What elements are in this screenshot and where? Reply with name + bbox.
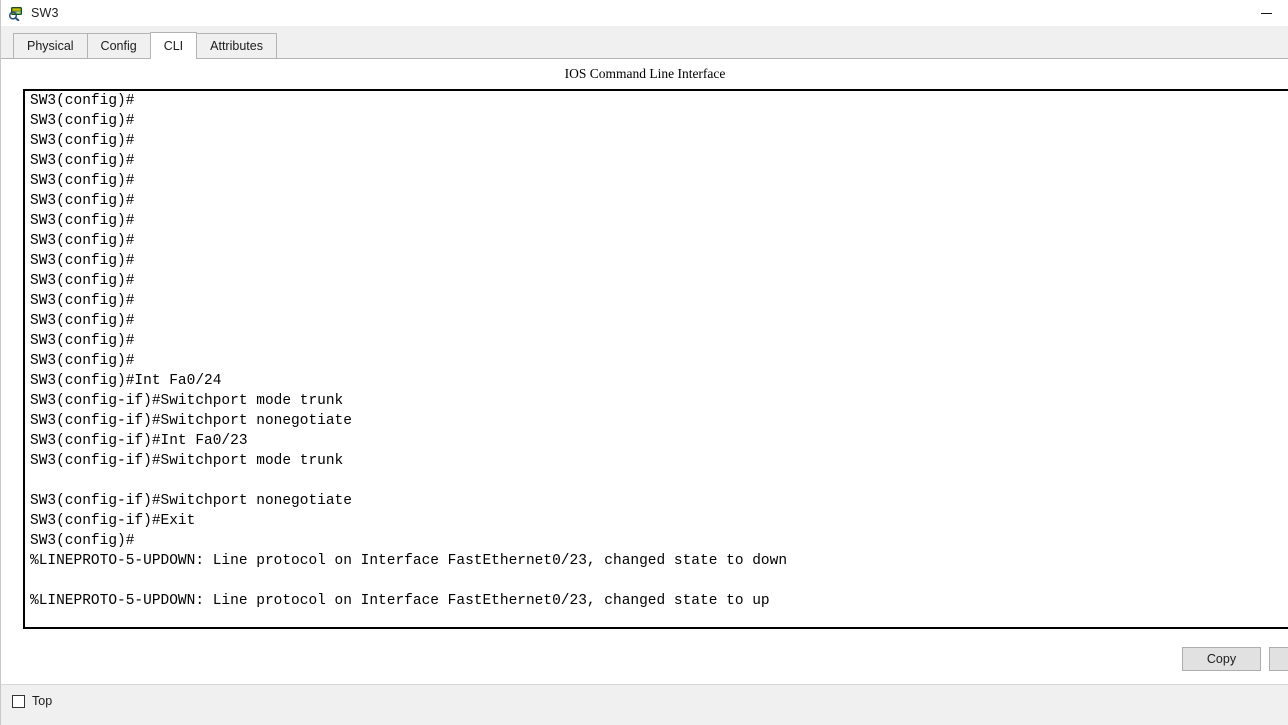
terminal-line: SW3(config)#	[30, 313, 135, 329]
terminal-line: SW3(config-if)#Switchport nonegotiate	[30, 413, 352, 429]
tab-cli[interactable]: CLI	[149, 32, 198, 59]
terminal-line: SW3(config-if)#Switchport mode trunk	[30, 393, 344, 409]
tab-physical[interactable]: Physical	[13, 33, 88, 58]
terminal-line: SW3(config)#	[30, 193, 135, 209]
top-checkbox-row[interactable]: Top	[12, 695, 52, 708]
terminal-line: %LINEPROTO-5-UPDOWN: Line protocol on In…	[30, 593, 770, 609]
panel-title: IOS Command Line Interface	[564, 66, 726, 81]
terminal-line: SW3(config-if)#Switchport nonegotiate	[30, 493, 352, 509]
terminal-line: SW3(config)#	[30, 293, 135, 309]
terminal-line: SW3(config)#	[30, 153, 135, 169]
terminal-lines-container: SW3(config)# SW3(config)# SW3(config)# SW3(…	[30, 91, 1288, 627]
terminal-line: SW3(config-if)#Exit	[30, 513, 196, 529]
terminal-line: SW3(config)#Int Fa0/24	[30, 373, 222, 389]
terminal-line: SW3(config)#	[30, 213, 135, 229]
title-bar: SW3	[1, 0, 1288, 26]
minimize-button[interactable]	[1243, 0, 1288, 26]
minimize-icon	[1260, 12, 1272, 14]
tab-config[interactable]: Config	[86, 33, 151, 58]
copy-button[interactable]: Copy	[1182, 647, 1261, 671]
terminal-line: SW3(config)#	[30, 333, 135, 349]
tab-strip: Physical Config CLI Attributes	[1, 26, 1288, 59]
terminal-line: SW3(config)#	[30, 93, 135, 109]
window-controls	[1243, 0, 1288, 26]
top-checkbox-label: Top	[32, 694, 53, 708]
tab-list: Physical Config CLI Attributes	[13, 32, 277, 59]
terminal-line: SW3(config-if)#Switchport mode trunk	[30, 453, 344, 469]
paste-button[interactable]	[1269, 647, 1288, 671]
terminal-line: SW3(config)#	[30, 353, 135, 369]
cli-window: SW3 Physical Config CLI Attributes IOS C…	[0, 0, 1288, 725]
footer-bar: Top	[1, 684, 1288, 725]
switch-magnifier-icon	[8, 5, 24, 22]
terminal-line: SW3(config)#	[30, 253, 135, 269]
terminal-output[interactable]: SW3(config)# SW3(config)# SW3(config)# SW3(…	[23, 89, 1288, 629]
terminal-button-row: Copy	[1, 639, 1288, 679]
cli-panel: IOS Command Line Interface SW3(config)# S…	[1, 58, 1288, 725]
terminal-line: SW3(config)#	[30, 233, 135, 249]
terminal-line: SW3(config)#	[30, 533, 135, 549]
terminal-line: SW3(config)#	[30, 133, 135, 149]
terminal-line: SW3(config)#	[30, 273, 135, 289]
terminal-line: SW3(config)#	[30, 113, 135, 129]
tab-attributes[interactable]: Attributes	[196, 33, 277, 58]
terminal-line: %LINEPROTO-5-UPDOWN: Line protocol on In…	[30, 553, 788, 569]
window-title: SW3	[31, 6, 59, 20]
top-checkbox[interactable]	[12, 695, 25, 708]
terminal-line: SW3(config)#	[30, 173, 135, 189]
terminal-line: SW3(config-if)#Int Fa0/23	[30, 433, 248, 449]
